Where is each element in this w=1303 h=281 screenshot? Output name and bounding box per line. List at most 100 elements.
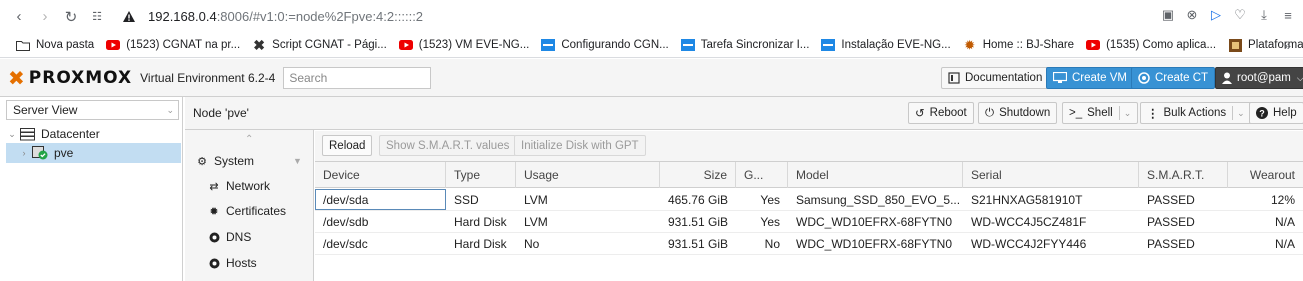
- column-header[interactable]: Type: [446, 162, 516, 188]
- table-row[interactable]: /dev/sdc Hard Disk No 931.51 GiB No WDC_…: [315, 233, 1303, 255]
- column-header[interactable]: Size: [660, 162, 736, 188]
- chevron-down-icon[interactable]: ⌄: [1232, 106, 1245, 120]
- column-header[interactable]: Wearout: [1228, 162, 1303, 188]
- node-title-bar: Node 'pve' ↺ Reboot ⏻ Shutdown >_ Shell …: [185, 97, 1303, 130]
- bookmarks-bar: Nova pasta (1523) CGNAT na pr... ✖ Scrip…: [0, 33, 1303, 58]
- help-icon: ?: [1256, 107, 1268, 119]
- certificate-icon: ✹: [209, 205, 219, 218]
- heart-icon[interactable]: ♡: [1231, 6, 1249, 24]
- menu-item-hosts[interactable]: Hosts: [205, 252, 257, 274]
- user-icon: [1222, 72, 1232, 84]
- menu-label: DNS: [226, 230, 252, 244]
- tree-item-pve[interactable]: › pve: [6, 143, 181, 163]
- cell-wearout: N/A: [1274, 236, 1295, 251]
- youtube-icon: [398, 39, 413, 51]
- column-header[interactable]: Device: [315, 162, 446, 188]
- book-icon: [948, 72, 960, 84]
- cell-type: SSD: [454, 192, 479, 207]
- terminal-icon: >_: [1069, 107, 1083, 119]
- bookmark-label: Script CGNAT - Pági...: [272, 39, 387, 51]
- ellipsis-vertical-icon: ⋮: [1147, 108, 1159, 120]
- cell-gpt: Yes: [760, 214, 780, 229]
- help-label: Help: [1273, 107, 1297, 119]
- column-header[interactable]: S.M.A.R.T.: [1139, 162, 1228, 188]
- initialize-gpt-button[interactable]: Initialize Disk with GPT: [514, 135, 646, 156]
- table-row[interactable]: /dev/sda SSD LVM 465.76 GiB Yes Samsung_…: [315, 189, 1303, 211]
- gears-icon: ⚙: [197, 155, 207, 168]
- bookmark-label: Instalação EVE-NG...: [841, 39, 951, 51]
- back-icon[interactable]: ‹: [8, 6, 30, 28]
- search-input[interactable]: Search: [283, 66, 432, 89]
- documentation-button[interactable]: Documentation: [941, 67, 1050, 89]
- eve-icon: [821, 39, 836, 51]
- menu-icon[interactable]: ≡: [1279, 6, 1297, 24]
- address-bar[interactable]: 192.168.0.4:8006/#v1:0:=node%2Fpve:4:2::…: [148, 9, 423, 24]
- bookmark-item[interactable]: (1523) CGNAT na pr...: [106, 39, 240, 51]
- cell-model: Samsung_SSD_850_EVO_5...: [796, 192, 961, 207]
- menu-item-dns[interactable]: DNS: [205, 226, 251, 248]
- bulk-actions-button[interactable]: ⋮ Bulk Actions ⌄: [1140, 102, 1252, 124]
- collapse-icon[interactable]: ⌄: [6, 129, 18, 140]
- column-header[interactable]: Usage: [516, 162, 660, 188]
- reload-icon[interactable]: ↻: [60, 6, 82, 28]
- svg-text:?: ?: [1259, 109, 1265, 119]
- tree-item-datacenter[interactable]: ⌄ Datacenter: [6, 124, 181, 144]
- cell-usage: LVM: [524, 192, 548, 207]
- node-menu: ⌃ ⚙ System ▼ ⇄ Network ✹ Certificates DN…: [185, 130, 314, 281]
- menu-label: Hosts: [226, 256, 257, 270]
- scroll-up-icon[interactable]: ⌃: [245, 134, 253, 145]
- help-button[interactable]: ? Help: [1249, 102, 1303, 124]
- bookmark-item[interactable]: (1523) VM EVE-NG...: [398, 39, 529, 51]
- create-vm-button[interactable]: Create VM: [1046, 67, 1134, 89]
- user-menu-button[interactable]: root@pam ⌵: [1215, 67, 1303, 89]
- menu-item-certificates[interactable]: ✹ Certificates: [205, 200, 286, 222]
- cube-icon: [1138, 72, 1150, 84]
- bookmark-item[interactable]: Instalação EVE-NG...: [821, 39, 951, 51]
- menu-item-system[interactable]: ⚙ System ▼: [193, 150, 311, 172]
- create-ct-button[interactable]: Create CT: [1131, 67, 1216, 89]
- url-path: :8006/#v1:0:=node%2Fpve:4:2::::::2: [216, 9, 424, 24]
- bookmark-item[interactable]: (1535) Como aplica...: [1086, 39, 1216, 51]
- cell-serial: WD-WCC4J5CZ481F: [971, 214, 1087, 229]
- reboot-button[interactable]: ↺ Reboot: [908, 102, 974, 124]
- cell-serial: WD-WCC4J2FYY446: [971, 236, 1087, 251]
- cell-device: /dev/sdc: [323, 236, 368, 251]
- bookmark-item[interactable]: Tarefa Sincronizar I...: [680, 39, 809, 51]
- cell-wearout: N/A: [1274, 214, 1295, 229]
- cell-usage: LVM: [524, 214, 548, 229]
- camera-icon[interactable]: ▣: [1159, 6, 1177, 24]
- shell-button[interactable]: >_ Shell ⌄: [1062, 102, 1139, 124]
- bookmark-label: Home :: BJ-Share: [982, 39, 1075, 51]
- user-label: root@pam: [1237, 72, 1291, 84]
- column-header[interactable]: Model: [788, 162, 963, 188]
- shell-label: Shell: [1087, 107, 1113, 119]
- show-smart-button[interactable]: Show S.M.A.R.T. values: [379, 135, 517, 156]
- bookmark-item[interactable]: Plataforma EAD Cri...: [1228, 38, 1303, 52]
- view-selector[interactable]: Server View ⌄: [6, 100, 179, 120]
- cell-model: WDC_WD10EFRX-68FYTN0: [796, 214, 953, 229]
- chevron-down-icon: ⌵: [1296, 72, 1303, 83]
- bookmark-item[interactable]: Nova pasta: [16, 39, 94, 51]
- column-header[interactable]: Serial: [963, 162, 1139, 188]
- expand-icon[interactable]: ›: [18, 148, 30, 158]
- chevron-down-icon: ▼: [293, 156, 302, 166]
- proxmox-logo[interactable]: ✖ PROXMOX: [8, 66, 132, 90]
- chevron-down-icon[interactable]: ⌄: [1118, 106, 1131, 120]
- shutdown-button[interactable]: ⏻ Shutdown: [978, 102, 1058, 124]
- column-header[interactable]: G...: [736, 162, 788, 188]
- download-icon[interactable]: ⤓: [1255, 6, 1273, 24]
- bookmark-item[interactable]: ✖ Script CGNAT - Pági...: [252, 37, 387, 53]
- view-selector-value: Server View: [13, 103, 78, 117]
- bookmark-item[interactable]: ✹ Home :: BJ-Share: [963, 39, 1075, 52]
- forward-icon[interactable]: ›: [34, 6, 56, 28]
- more-bookmarks-icon[interactable]: »: [1284, 38, 1291, 53]
- table-row[interactable]: /dev/sdb Hard Disk LVM 931.51 GiB Yes WD…: [315, 211, 1303, 233]
- apps-icon[interactable]: ☷: [86, 6, 108, 28]
- send-icon[interactable]: ▷: [1207, 6, 1225, 24]
- menu-item-network[interactable]: ⇄ Network: [205, 175, 270, 197]
- block-icon[interactable]: ⊗: [1183, 6, 1201, 24]
- datacenter-icon: [20, 127, 35, 141]
- reload-button[interactable]: Reload: [322, 135, 373, 156]
- warning-icon[interactable]: [122, 10, 136, 24]
- bookmark-item[interactable]: Configurando CGN...: [541, 39, 669, 51]
